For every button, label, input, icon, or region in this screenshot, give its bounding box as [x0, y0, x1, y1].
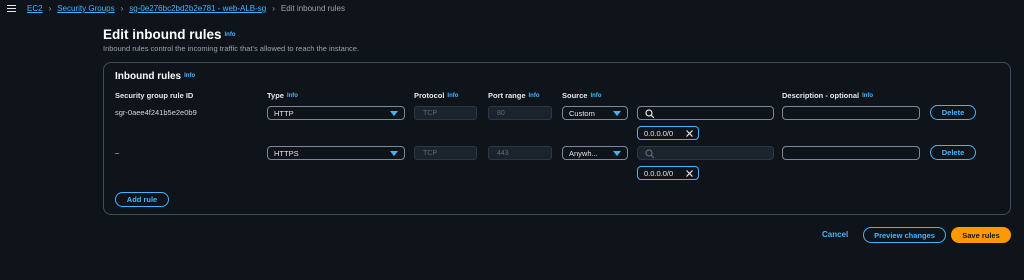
- description-input-1[interactable]: [782, 106, 920, 120]
- source-select-2[interactable]: Anywh...: [562, 146, 628, 160]
- rule-id-1: sgr-0aee4f241b5e2e0b9: [115, 108, 197, 117]
- header-description: Description - optional Info: [782, 91, 873, 100]
- header-protocol-label: Protocol: [414, 91, 445, 100]
- protocol-field-1: TCP: [414, 106, 477, 120]
- type-select-1-value: HTTP: [274, 108, 294, 118]
- chevron-right-icon: ›: [48, 4, 52, 13]
- cidr-token-2: 0.0.0.0/0: [637, 166, 699, 180]
- description-input-2[interactable]: [782, 146, 920, 160]
- page-title-text: Edit inbound rules: [103, 27, 222, 42]
- header-source: Source Info: [562, 91, 601, 100]
- cidr-token-1-value: 0.0.0.0/0: [644, 128, 674, 138]
- header-port-range-label: Port range: [488, 91, 526, 100]
- breadcrumb-current: Edit inbound rules: [280, 4, 345, 13]
- page-title: Edit inbound rules Info: [103, 27, 236, 42]
- port-range-field-2: 443: [488, 146, 552, 160]
- panel-title: Inbound rules Info: [115, 71, 195, 82]
- panel-info-link[interactable]: Info: [184, 73, 195, 79]
- header-port-range: Port range Info: [488, 91, 540, 100]
- header-rule-id: Security group rule ID: [115, 91, 194, 100]
- header-description-label: Description - optional: [782, 91, 860, 100]
- type-select-1[interactable]: HTTP: [267, 106, 405, 120]
- close-icon[interactable]: [685, 129, 694, 138]
- port-range-info-link[interactable]: Info: [529, 93, 540, 99]
- source-select-2-value: Anywh...: [569, 148, 598, 158]
- delete-button-2[interactable]: Delete: [930, 145, 976, 160]
- type-select-2[interactable]: HTTPS: [267, 146, 405, 160]
- caret-down-icon: [390, 151, 398, 156]
- page-info-link[interactable]: Info: [225, 32, 236, 38]
- menu-icon[interactable]: [7, 5, 16, 12]
- source-info-link[interactable]: Info: [590, 93, 601, 99]
- header-protocol: Protocol Info: [414, 91, 458, 100]
- preview-changes-button[interactable]: Preview changes: [863, 227, 946, 243]
- page-description: Inbound rules control the incoming traff…: [103, 44, 360, 53]
- chevron-right-icon: ›: [120, 4, 124, 13]
- cidr-token-1: 0.0.0.0/0: [637, 126, 699, 140]
- source-search-input-2: [637, 146, 774, 160]
- source-select-1[interactable]: Custom: [562, 106, 628, 120]
- chevron-right-icon: ›: [272, 4, 275, 13]
- panel-title-text: Inbound rules: [115, 71, 182, 82]
- source-select-1-value: Custom: [569, 108, 595, 118]
- inbound-rules-panel: Inbound rules Info Security group rule ID…: [103, 62, 1011, 215]
- cancel-button[interactable]: Cancel: [822, 230, 848, 239]
- search-icon: [645, 149, 655, 159]
- type-select-2-value: HTTPS: [274, 148, 299, 158]
- breadcrumb: EC2 › Security Groups › sg-0e276bc2bd2b2…: [27, 4, 345, 13]
- breadcrumb-security-groups[interactable]: Security Groups: [57, 4, 114, 13]
- breadcrumb-security-group[interactable]: sg-0e276bc2bd2b2e781 - web-ALB-sg: [129, 4, 266, 13]
- protocol-field-2: TCP: [414, 146, 477, 160]
- caret-down-icon: [390, 111, 398, 116]
- delete-button-1[interactable]: Delete: [930, 105, 976, 120]
- header-type-label: Type: [267, 91, 284, 100]
- caret-down-icon: [613, 151, 621, 156]
- close-icon[interactable]: [685, 169, 694, 178]
- top-navigation-bar: EC2 › Security Groups › sg-0e276bc2bd2b2…: [0, 0, 1024, 17]
- port-range-field-1: 80: [488, 106, 552, 120]
- add-rule-button[interactable]: Add rule: [115, 192, 169, 207]
- description-info-link[interactable]: Info: [862, 93, 873, 99]
- protocol-info-link[interactable]: Info: [447, 93, 458, 99]
- rule-id-2: –: [115, 148, 120, 157]
- breadcrumb-ec2[interactable]: EC2: [27, 4, 43, 13]
- header-source-label: Source: [562, 91, 588, 100]
- header-type: Type Info: [267, 91, 298, 100]
- type-info-link[interactable]: Info: [287, 93, 298, 99]
- save-rules-button[interactable]: Save rules: [951, 227, 1011, 243]
- caret-down-icon: [613, 111, 621, 116]
- cidr-token-2-value: 0.0.0.0/0: [644, 168, 674, 178]
- source-search-input-1[interactable]: [637, 106, 774, 120]
- search-icon: [645, 109, 655, 119]
